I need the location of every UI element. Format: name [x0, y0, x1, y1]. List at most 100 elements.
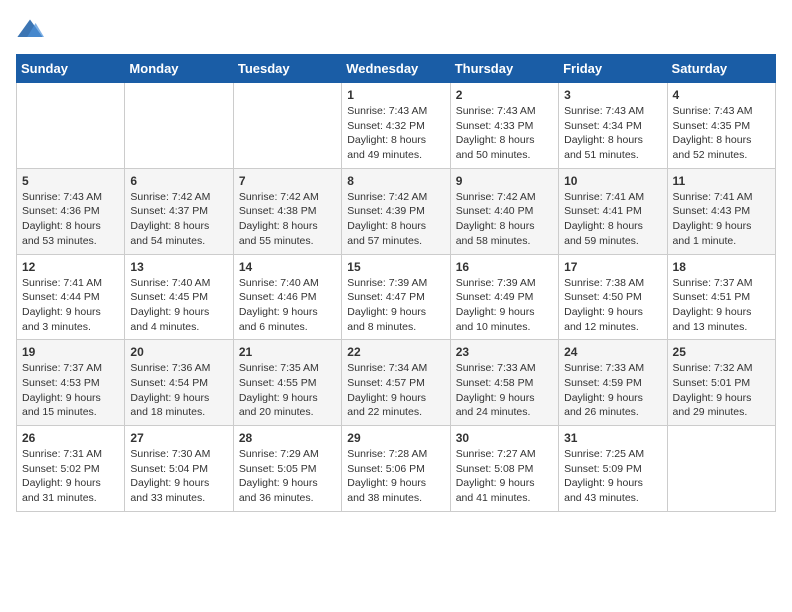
calendar-cell: 16 Sunrise: 7:39 AM Sunset: 4:49 PM Dayli…: [450, 254, 558, 340]
day-info: Sunrise: 7:38 AM Sunset: 4:50 PM Dayligh…: [564, 276, 661, 335]
calendar-cell: 9Sunrise: 7:42 AM Sunset: 4:40 PM Daylig…: [450, 168, 558, 254]
day-number: 25: [673, 345, 770, 359]
day-number: 10: [564, 174, 661, 188]
day-info: Sunrise: 7:43 AM Sunset: 4:32 PM Dayligh…: [347, 104, 444, 163]
calendar-cell: 15 Sunrise: 7:39 AM Sunset: 4:47 PM Dayli…: [342, 254, 450, 340]
day-info: Sunrise: 7:25 AM Sunset: 5:09 PM Dayligh…: [564, 447, 661, 506]
header-day-thursday: Thursday: [450, 55, 558, 83]
header-day-monday: Monday: [125, 55, 233, 83]
day-info: Sunrise: 7:43 AM Sunset: 4:34 PM Dayligh…: [564, 104, 661, 163]
day-number: 24: [564, 345, 661, 359]
day-number: 9: [456, 174, 553, 188]
calendar-header-row: SundayMondayTuesdayWednesdayThursdayFrid…: [17, 55, 776, 83]
calendar-cell: [17, 83, 125, 169]
day-number: 5: [22, 174, 119, 188]
header-day-friday: Friday: [559, 55, 667, 83]
calendar-cell: 7Sunrise: 7:42 AM Sunset: 4:38 PM Daylig…: [233, 168, 341, 254]
calendar-cell: 29 Sunrise: 7:28 AM Sunset: 5:06 PM Dayli…: [342, 426, 450, 512]
calendar-cell: 23 Sunrise: 7:33 AM Sunset: 4:58 PM Dayli…: [450, 340, 558, 426]
calendar-week-row: 26 Sunrise: 7:31 AM Sunset: 5:02 PM Dayli…: [17, 426, 776, 512]
calendar-cell: 4 Sunrise: 7:43 AM Sunset: 4:35 PM Daylig…: [667, 83, 775, 169]
calendar-cell: [667, 426, 775, 512]
day-number: 29: [347, 431, 444, 445]
day-number: 4: [673, 88, 770, 102]
day-number: 13: [130, 260, 227, 274]
day-number: 6: [130, 174, 227, 188]
day-info: Sunrise: 7:42 AM Sunset: 4:38 PM Dayligh…: [239, 190, 336, 249]
day-number: 15: [347, 260, 444, 274]
day-info: Sunrise: 7:41 AM Sunset: 4:41 PM Dayligh…: [564, 190, 661, 249]
calendar-cell: 31 Sunrise: 7:25 AM Sunset: 5:09 PM Dayli…: [559, 426, 667, 512]
day-number: 23: [456, 345, 553, 359]
day-info: Sunrise: 7:43 AM Sunset: 4:35 PM Dayligh…: [673, 104, 770, 163]
day-number: 8: [347, 174, 444, 188]
day-info: Sunrise: 7:41 AM Sunset: 4:43 PM Dayligh…: [673, 190, 770, 249]
calendar-cell: 14Sunrise: 7:40 AM Sunset: 4:46 PM Dayli…: [233, 254, 341, 340]
calendar-cell: 11 Sunrise: 7:41 AM Sunset: 4:43 PM Dayli…: [667, 168, 775, 254]
calendar-cell: 28 Sunrise: 7:29 AM Sunset: 5:05 PM Dayli…: [233, 426, 341, 512]
calendar-table: SundayMondayTuesdayWednesdayThursdayFrid…: [16, 54, 776, 512]
calendar-cell: 20Sunrise: 7:36 AM Sunset: 4:54 PM Dayli…: [125, 340, 233, 426]
day-number: 26: [22, 431, 119, 445]
day-info: Sunrise: 7:29 AM Sunset: 5:05 PM Dayligh…: [239, 447, 336, 506]
calendar-week-row: 12 Sunrise: 7:41 AM Sunset: 4:44 PM Dayli…: [17, 254, 776, 340]
day-info: Sunrise: 7:33 AM Sunset: 4:59 PM Dayligh…: [564, 361, 661, 420]
calendar-cell: 2 Sunrise: 7:43 AM Sunset: 4:33 PM Daylig…: [450, 83, 558, 169]
calendar-cell: 8 Sunrise: 7:42 AM Sunset: 4:39 PM Daylig…: [342, 168, 450, 254]
day-number: 21: [239, 345, 336, 359]
calendar-cell: 13 Sunrise: 7:40 AM Sunset: 4:45 PM Dayli…: [125, 254, 233, 340]
day-number: 30: [456, 431, 553, 445]
calendar-cell: 19Sunrise: 7:37 AM Sunset: 4:53 PM Dayli…: [17, 340, 125, 426]
day-number: 28: [239, 431, 336, 445]
day-number: 12: [22, 260, 119, 274]
day-info: Sunrise: 7:27 AM Sunset: 5:08 PM Dayligh…: [456, 447, 553, 506]
day-number: 2: [456, 88, 553, 102]
calendar-cell: 25 Sunrise: 7:32 AM Sunset: 5:01 PM Dayli…: [667, 340, 775, 426]
logo: [16, 16, 48, 44]
calendar-cell: 22 Sunrise: 7:34 AM Sunset: 4:57 PM Dayli…: [342, 340, 450, 426]
day-number: 17: [564, 260, 661, 274]
day-info: Sunrise: 7:30 AM Sunset: 5:04 PM Dayligh…: [130, 447, 227, 506]
day-info: Sunrise: 7:40 AM Sunset: 4:45 PM Dayligh…: [130, 276, 227, 335]
calendar-cell: 27 Sunrise: 7:30 AM Sunset: 5:04 PM Dayli…: [125, 426, 233, 512]
calendar-cell: [125, 83, 233, 169]
day-number: 19: [22, 345, 119, 359]
day-info: Sunrise: 7:43 AM Sunset: 4:33 PM Dayligh…: [456, 104, 553, 163]
calendar-week-row: 19Sunrise: 7:37 AM Sunset: 4:53 PM Dayli…: [17, 340, 776, 426]
day-number: 22: [347, 345, 444, 359]
calendar-cell: 26 Sunrise: 7:31 AM Sunset: 5:02 PM Dayli…: [17, 426, 125, 512]
header-day-wednesday: Wednesday: [342, 55, 450, 83]
day-info: Sunrise: 7:31 AM Sunset: 5:02 PM Dayligh…: [22, 447, 119, 506]
calendar-week-row: 1 Sunrise: 7:43 AM Sunset: 4:32 PM Daylig…: [17, 83, 776, 169]
day-info: Sunrise: 7:43 AM Sunset: 4:36 PM Dayligh…: [22, 190, 119, 249]
day-info: Sunrise: 7:41 AM Sunset: 4:44 PM Dayligh…: [22, 276, 119, 335]
header-day-tuesday: Tuesday: [233, 55, 341, 83]
calendar-cell: 18 Sunrise: 7:37 AM Sunset: 4:51 PM Dayli…: [667, 254, 775, 340]
calendar-cell: 6 Sunrise: 7:42 AM Sunset: 4:37 PM Daylig…: [125, 168, 233, 254]
day-number: 27: [130, 431, 227, 445]
day-number: 16: [456, 260, 553, 274]
day-info: Sunrise: 7:32 AM Sunset: 5:01 PM Dayligh…: [673, 361, 770, 420]
day-info: Sunrise: 7:35 AM Sunset: 4:55 PM Dayligh…: [239, 361, 336, 420]
calendar-cell: 3Sunrise: 7:43 AM Sunset: 4:34 PM Daylig…: [559, 83, 667, 169]
day-number: 31: [564, 431, 661, 445]
calendar-week-row: 5 Sunrise: 7:43 AM Sunset: 4:36 PM Daylig…: [17, 168, 776, 254]
calendar-cell: [233, 83, 341, 169]
day-info: Sunrise: 7:39 AM Sunset: 4:49 PM Dayligh…: [456, 276, 553, 335]
page-header: [16, 16, 776, 44]
day-info: Sunrise: 7:39 AM Sunset: 4:47 PM Dayligh…: [347, 276, 444, 335]
header-day-saturday: Saturday: [667, 55, 775, 83]
day-number: 18: [673, 260, 770, 274]
day-number: 11: [673, 174, 770, 188]
day-number: 1: [347, 88, 444, 102]
calendar-cell: 30 Sunrise: 7:27 AM Sunset: 5:08 PM Dayli…: [450, 426, 558, 512]
calendar-cell: 5 Sunrise: 7:43 AM Sunset: 4:36 PM Daylig…: [17, 168, 125, 254]
day-info: Sunrise: 7:28 AM Sunset: 5:06 PM Dayligh…: [347, 447, 444, 506]
day-info: Sunrise: 7:33 AM Sunset: 4:58 PM Dayligh…: [456, 361, 553, 420]
day-info: Sunrise: 7:42 AM Sunset: 4:37 PM Dayligh…: [130, 190, 227, 249]
day-info: Sunrise: 7:34 AM Sunset: 4:57 PM Dayligh…: [347, 361, 444, 420]
day-info: Sunrise: 7:37 AM Sunset: 4:51 PM Dayligh…: [673, 276, 770, 335]
calendar-cell: 10 Sunrise: 7:41 AM Sunset: 4:41 PM Dayli…: [559, 168, 667, 254]
day-info: Sunrise: 7:42 AM Sunset: 4:39 PM Dayligh…: [347, 190, 444, 249]
day-number: 20: [130, 345, 227, 359]
